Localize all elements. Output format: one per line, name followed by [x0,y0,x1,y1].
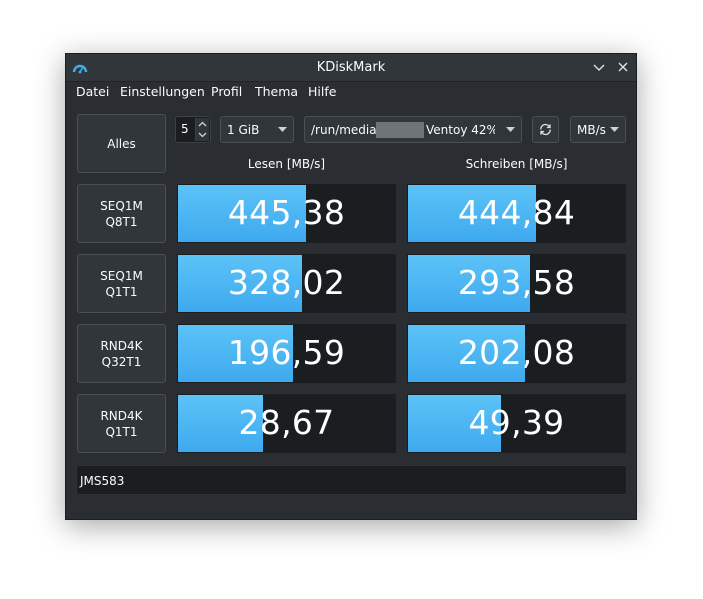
arrow-up-icon[interactable] [198,121,207,127]
file-size-value: 1 GiB [227,123,260,137]
test-name: SEQ1M [100,268,143,283]
write-result-value: 293,58 [457,263,576,302]
device-name: JMS583 [80,474,125,488]
write-result-cell: 444,84 [407,184,626,243]
runs-spinbox[interactable]: 5 [175,116,211,143]
spin-arrows[interactable] [195,118,209,141]
arrow-down-icon[interactable] [198,132,207,138]
write-result-value: 49,39 [468,403,565,442]
menu-thema[interactable]: Thema [255,84,298,99]
title-bar: KDiskMark [66,54,636,82]
read-result-value: 445,38 [227,193,346,232]
menu-profil[interactable]: Profil [211,84,242,99]
run-all-button[interactable]: Alles [77,114,166,173]
read-result-value: 196,59 [227,333,346,372]
menu-hilfe[interactable]: Hilfe [308,84,336,99]
write-result-cell: 49,39 [407,394,626,453]
read-result-cell: 445,38 [177,184,396,243]
redacted-region [376,122,424,138]
write-column-header: Schreiben [MB/s] [465,157,568,171]
test-button-rnd4k-q1t1[interactable]: RND4K Q1T1 [77,394,166,453]
close-icon[interactable] [615,59,631,75]
test-params: Q1T1 [105,284,138,299]
device-status-field: JMS583 [76,465,627,495]
test-params: Q32T1 [101,354,142,369]
menu-bar: Datei Einstellungen Profil Thema Hilfe [66,81,636,104]
read-column-header: Lesen [MB/s] [247,157,326,171]
write-result-cell: 293,58 [407,254,626,313]
chevron-down-icon [278,127,287,132]
unit-value: MB/s [577,123,606,137]
chevron-down-icon [506,127,515,132]
file-size-combo[interactable]: 1 GiB [220,116,294,143]
menu-einstellungen[interactable]: Einstellungen [120,84,205,99]
unit-combo[interactable]: MB/s [570,116,626,143]
read-result-value: 328,02 [227,263,346,302]
target-path-combo[interactable]: /run/media. Ventoy 42% (4 [304,116,522,143]
read-result-cell: 328,02 [177,254,396,313]
chevron-down-icon [610,127,619,132]
path-prefix: /run/media. [311,123,381,137]
test-name: RND4K [100,408,143,423]
test-button-seq1m-q1t1[interactable]: SEQ1M Q1T1 [77,254,166,313]
test-params: Q1T1 [105,424,138,439]
test-name: SEQ1M [100,198,143,213]
runs-value: 5 [181,122,189,136]
menu-datei[interactable]: Datei [76,84,109,99]
write-result-value: 202,08 [457,333,576,372]
write-result-value: 444,84 [457,193,576,232]
refresh-button[interactable] [532,116,559,143]
app-window: KDiskMark Datei Einstellungen Profil The… [65,53,637,520]
write-result-cell: 202,08 [407,324,626,383]
window-title: KDiskMark [316,60,386,75]
test-button-seq1m-q8t1[interactable]: SEQ1M Q8T1 [77,184,166,243]
test-button-rnd4k-q32t1[interactable]: RND4K Q32T1 [77,324,166,383]
read-result-cell: 28,67 [177,394,396,453]
test-params: Q8T1 [105,214,138,229]
refresh-icon [540,123,551,136]
read-result-cell: 196,59 [177,324,396,383]
read-result-value: 28,67 [238,403,335,442]
chevron-down-icon[interactable] [591,59,607,75]
test-name: RND4K [100,338,143,353]
